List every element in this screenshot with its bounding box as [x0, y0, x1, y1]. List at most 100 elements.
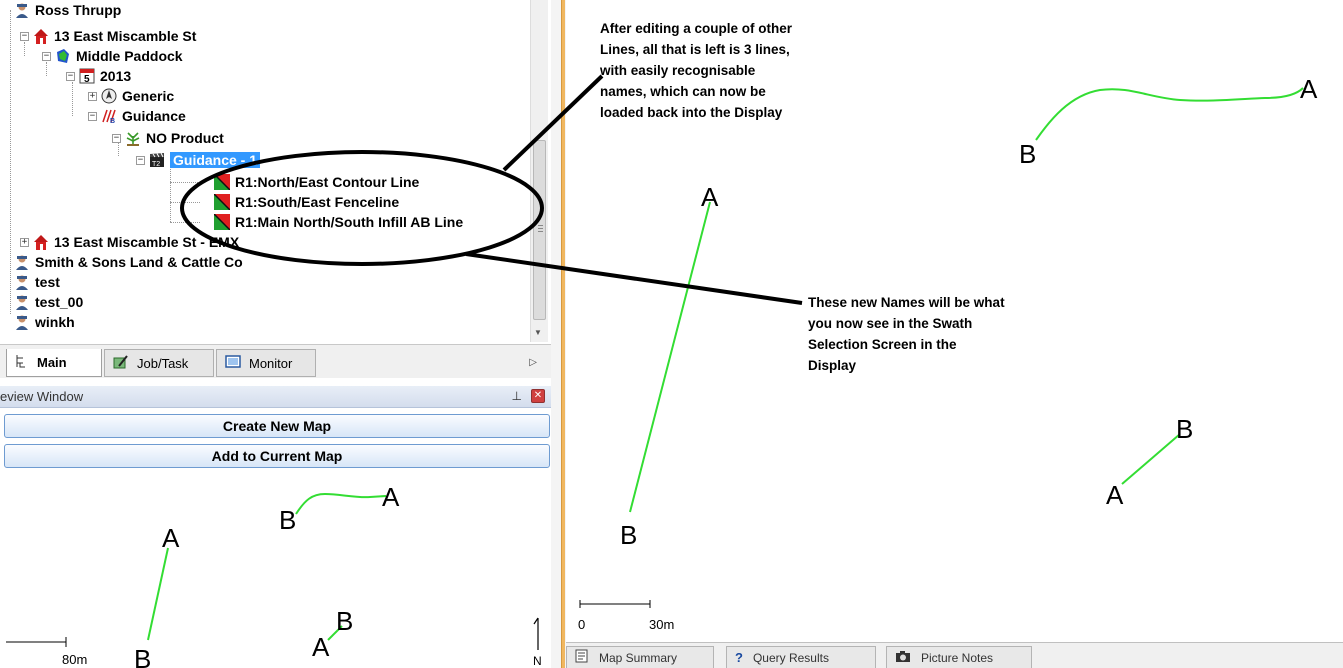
tree-node-label: NO Product: [146, 130, 224, 146]
tree-connector: [72, 82, 73, 116]
clapper-icon: T2: [149, 152, 165, 168]
preview-window-header: eview Window ⊥ ✕: [0, 386, 551, 408]
pane-splitter[interactable]: [551, 0, 566, 668]
person-icon: [14, 254, 30, 270]
tree-node-label: 2013: [100, 68, 132, 84]
tab-label: Job/Task: [137, 355, 189, 371]
create-new-map-button[interactable]: Create New Map: [4, 414, 550, 438]
clipboard-pen-icon: [113, 354, 129, 372]
plant-icon: [125, 130, 141, 146]
grip-line: [538, 228, 543, 229]
tree-node-line[interactable]: R1:Main North/South Infill AB Line: [213, 212, 464, 232]
tree-scrollbar[interactable]: ▼: [530, 0, 548, 342]
tab-label: Monitor: [249, 355, 293, 371]
tree-structure-icon: [15, 354, 29, 371]
collapse-icon[interactable]: −: [20, 31, 29, 41]
close-icon[interactable]: ✕: [531, 389, 545, 403]
calendar-icon: 5: [79, 68, 95, 85]
line-icon: [213, 193, 231, 211]
tree-node-label: Smith & Sons Land & Cattle Co: [35, 254, 243, 270]
splitter-bar[interactable]: [561, 0, 565, 668]
person-icon: [14, 314, 30, 330]
tree-node-farm[interactable]: − 13 East Miscamble St: [20, 26, 196, 46]
map-status-tabs: Map Summary ? Query Results Picture Note…: [566, 642, 1343, 668]
tree-node-label: Guidance: [122, 108, 186, 124]
tree-node-customer[interactable]: Ross Thrupp: [14, 0, 121, 20]
svg-text:5: 5: [84, 74, 90, 84]
tree-node-label: 13 East Miscamble St: [54, 28, 197, 44]
tree-node-year[interactable]: − 5 2013: [66, 66, 131, 86]
tree-connector: [170, 222, 200, 223]
camera-icon: [895, 650, 911, 666]
tree-node-label: R1:Main North/South Infill AB Line: [235, 214, 464, 230]
monitor-icon: [225, 354, 241, 372]
tree-node-product[interactable]: − NO Product: [112, 128, 224, 148]
tab-label: Picture Notes: [921, 650, 994, 665]
tree-node-customer[interactable]: test: [14, 272, 60, 292]
scrollbar-thumb[interactable]: [533, 140, 546, 320]
tree-connector: [170, 202, 200, 203]
tree-node-customer[interactable]: Smith & Sons Land & Cattle Co: [14, 252, 243, 272]
tree-node-label: test: [35, 274, 60, 290]
tree-node-guidance[interactable]: − B Guidance: [88, 106, 186, 126]
panel-tab-strip: Main Job/Task Monitor ▷: [0, 344, 551, 378]
tree-node-label: Guidance - 1: [170, 152, 261, 168]
tab-monitor[interactable]: Monitor: [216, 349, 316, 377]
svg-text:T2: T2: [152, 161, 160, 168]
collapse-icon[interactable]: −: [66, 71, 75, 81]
tree-node-label: 13 East Miscamble St - EMX: [54, 234, 240, 250]
question-icon: ?: [735, 650, 743, 665]
field-tree[interactable]: Ross Thrupp − 13 East Miscamble St − Mid…: [0, 0, 530, 342]
compass-icon: [101, 88, 117, 104]
tree-node-generic[interactable]: + Generic: [88, 86, 174, 106]
pin-icon[interactable]: ⊥: [512, 389, 522, 403]
person-icon: [14, 274, 30, 290]
guidance-icon: B: [101, 108, 117, 125]
tab-map-summary[interactable]: Map Summary: [566, 646, 714, 668]
annotation-text: These new Names will be what you now see…: [808, 295, 1005, 373]
line-icon: [213, 213, 231, 231]
svg-text:B: B: [110, 118, 115, 124]
collapse-icon[interactable]: −: [112, 133, 121, 143]
tab-job-task[interactable]: Job/Task: [104, 349, 214, 377]
tree-node-label: R1:North/East Contour Line: [235, 174, 420, 190]
scroll-right-arrow-icon[interactable]: ▷: [529, 357, 537, 368]
tree-node-customer[interactable]: winkh: [14, 312, 75, 332]
tree-node-paddock[interactable]: − Middle Paddock: [42, 46, 183, 66]
tree-node-customer[interactable]: test_00: [14, 292, 83, 312]
farm-icon: [33, 234, 49, 250]
tree-node-farm[interactable]: + 13 East Miscamble St - EMX: [20, 232, 239, 252]
expand-icon[interactable]: +: [88, 91, 97, 101]
collapse-icon[interactable]: −: [42, 51, 51, 61]
tree-node-line[interactable]: R1:South/East Fenceline: [213, 192, 400, 212]
line-icon: [213, 173, 231, 191]
collapse-icon[interactable]: −: [136, 155, 145, 165]
farm-icon: [33, 28, 49, 44]
annotation-text: After editing a couple of other Lines, a…: [600, 21, 793, 120]
grip-line: [538, 231, 543, 232]
panel-title: eview Window: [0, 389, 84, 404]
tree-node-line[interactable]: R1:North/East Contour Line: [213, 172, 420, 192]
tab-main[interactable]: Main: [6, 349, 102, 377]
grip-line: [538, 225, 543, 226]
tree-node-label: winkh: [35, 314, 75, 330]
document-icon: [575, 649, 589, 666]
scroll-down-arrow-icon[interactable]: ▼: [534, 328, 542, 337]
add-to-current-map-button[interactable]: Add to Current Map: [4, 444, 550, 468]
tree-connector: [170, 182, 200, 183]
tab-label: Map Summary: [599, 650, 678, 665]
preview-map[interactable]: [0, 472, 551, 668]
tree-node-label: Ross Thrupp: [35, 2, 122, 18]
tree-connector: [170, 162, 171, 222]
tab-label: Query Results: [752, 650, 829, 665]
expand-icon[interactable]: +: [20, 237, 29, 247]
tree-node-label: Generic: [122, 88, 175, 104]
tab-query-results[interactable]: ? Query Results: [726, 646, 876, 668]
person-icon: [14, 294, 30, 310]
tab-picture-notes[interactable]: Picture Notes: [886, 646, 1032, 668]
tree-node-guidance-job[interactable]: − T2 Guidance - 1: [136, 150, 261, 170]
left-pane: Ross Thrupp − 13 East Miscamble St − Mid…: [0, 0, 551, 668]
tree-node-label: R1:South/East Fenceline: [235, 194, 400, 210]
collapse-icon[interactable]: −: [88, 111, 97, 121]
tree-node-label: Middle Paddock: [76, 48, 183, 64]
